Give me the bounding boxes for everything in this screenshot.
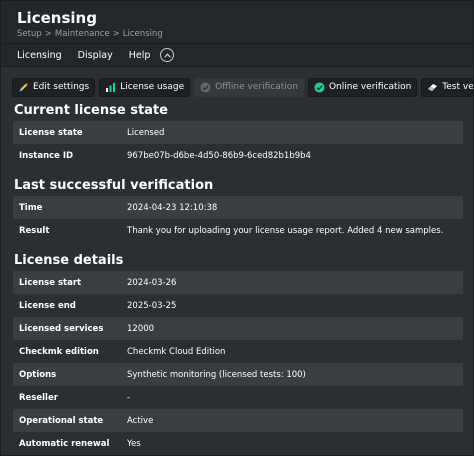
table-row: Instance ID 967be07b-d6be-4d50-86b9-6ced…	[13, 144, 463, 167]
test-verification-button[interactable]: Test verification	[421, 77, 474, 97]
row-value: Licensed	[127, 121, 463, 144]
table-row: Licensed services 12000	[13, 317, 463, 340]
last-verification-table: Time 2024-04-23 12:10:38 Result Thank yo…	[13, 196, 463, 242]
edit-settings-button[interactable]: Edit settings	[12, 77, 96, 97]
check-circle-icon	[200, 82, 211, 93]
row-key: Instance ID	[13, 144, 127, 167]
table-row: License state Licensed	[13, 121, 463, 144]
table-row: Automatic renewal Yes	[13, 432, 463, 455]
row-value: 2024-04-23 12:10:38	[127, 196, 463, 219]
row-value: 967be07b-d6be-4d50-86b9-6ced82b1b9b4	[127, 144, 463, 167]
table-row: Checkmk edition Checkmk Cloud Edition	[13, 340, 463, 363]
row-value: 2025-03-25	[127, 294, 463, 317]
row-value: Synthetic monitoring (licensed tests: 10…	[127, 363, 463, 386]
chevron-up-icon[interactable]	[160, 48, 175, 62]
breadcrumb-maintenance[interactable]: Maintenance	[55, 29, 110, 39]
row-value: Thank you for uploading your license usa…	[127, 219, 463, 242]
current-license-state-heading: Current license state	[14, 103, 168, 118]
table-row: Operational state Active	[13, 409, 463, 432]
table-row: Reseller -	[13, 386, 463, 409]
page-title: Licensing	[17, 9, 97, 27]
row-value: -	[127, 386, 463, 409]
breadcrumb: Setup > Maintenance > Licensing	[17, 28, 473, 40]
row-key: Checkmk edition	[13, 340, 127, 363]
table-row: Result Thank you for uploading your lice…	[13, 219, 463, 242]
last-verification-heading: Last successful verification	[14, 178, 214, 193]
table-row: Options Synthetic monitoring (licensed t…	[13, 363, 463, 386]
license-usage-label: License usage	[120, 82, 185, 92]
row-key: Automatic renewal	[13, 432, 127, 455]
row-key: Options	[13, 363, 127, 386]
online-verification-button[interactable]: Online verification	[307, 77, 418, 97]
row-key: License start	[13, 271, 127, 294]
breadcrumb-licensing[interactable]: Licensing	[123, 29, 163, 39]
toolbar: Edit settings License usage Offline veri…	[1, 67, 473, 99]
breadcrumb-separator: >	[44, 29, 52, 39]
license-usage-button[interactable]: License usage	[99, 77, 191, 97]
license-details-heading: License details	[14, 253, 124, 268]
eraser-icon	[427, 82, 438, 93]
row-key: License end	[13, 294, 127, 317]
pencil-icon	[18, 82, 29, 93]
row-key: Result	[13, 219, 127, 242]
row-key: License state	[13, 121, 127, 144]
bar-chart-icon	[105, 82, 116, 93]
menu-licensing[interactable]: Licensing	[9, 50, 70, 61]
licensing-page: Licensing Setup > Maintenance > Licensing Li…	[0, 0, 474, 456]
menu-bar: Licensing Display Help	[1, 43, 473, 67]
test-verification-label: Test verification	[442, 82, 474, 92]
check-circle-icon	[314, 82, 325, 93]
row-key: Reseller	[13, 386, 127, 409]
edit-settings-label: Edit settings	[33, 82, 90, 92]
menu-display[interactable]: Display	[70, 50, 121, 61]
table-row: License start 2024-03-26	[13, 271, 463, 294]
row-value: Yes	[127, 432, 463, 455]
page-header: Licensing Setup > Maintenance > Licensing	[1, 1, 473, 43]
breadcrumb-separator: >	[112, 29, 120, 39]
table-row: Time 2024-04-23 12:10:38	[13, 196, 463, 219]
offline-verification-button: Offline verification	[194, 77, 304, 97]
breadcrumb-setup[interactable]: Setup	[17, 29, 42, 39]
row-value: 2024-03-26	[127, 271, 463, 294]
row-key: Time	[13, 196, 127, 219]
row-value: Checkmk Cloud Edition	[127, 340, 463, 363]
row-value: Active	[127, 409, 463, 432]
table-row: License end 2025-03-25	[13, 294, 463, 317]
license-details-table: License start 2024-03-26 License end 202…	[13, 271, 463, 455]
row-value: 12000	[127, 317, 463, 340]
current-license-state-table: License state Licensed Instance ID 967be…	[13, 121, 463, 167]
menu-help[interactable]: Help	[121, 50, 159, 61]
row-key: Operational state	[13, 409, 127, 432]
row-key: Licensed services	[13, 317, 127, 340]
offline-verification-label: Offline verification	[215, 82, 298, 92]
online-verification-label: Online verification	[328, 82, 412, 92]
